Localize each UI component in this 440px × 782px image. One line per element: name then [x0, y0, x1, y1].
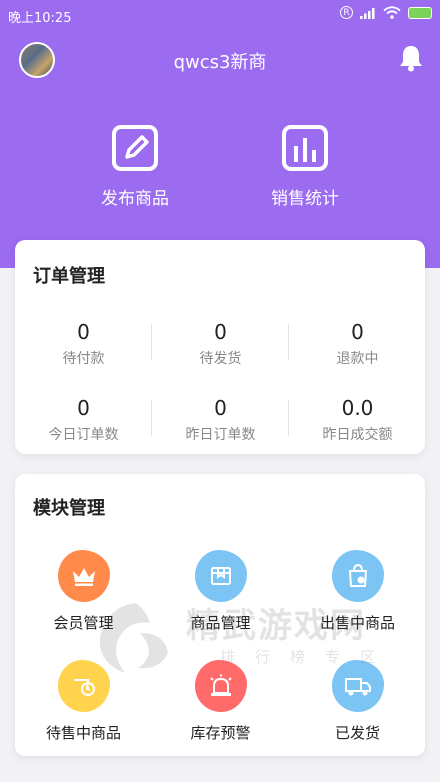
stat-value: 0.0: [341, 396, 374, 420]
module-label: 已发货: [334, 724, 380, 742]
stat-pending-payment[interactable]: 0 待付款: [15, 320, 152, 368]
module-management-title: 模块管理: [33, 498, 105, 519]
divider: [151, 324, 152, 360]
truck-icon: [331, 660, 384, 712]
stat-yesterday-revenue[interactable]: 0.0 昨日成交额: [289, 396, 426, 444]
module-products-on-sale[interactable]: 出售中商品: [289, 550, 426, 633]
divider: [288, 324, 289, 360]
divider: [151, 400, 152, 436]
publish-product-button[interactable]: 发布商品: [70, 124, 200, 209]
status-time: 晚上10:25: [8, 11, 72, 26]
stat-pending-shipment[interactable]: 0 待发货: [152, 320, 289, 368]
module-label: 待售中商品: [45, 724, 121, 742]
divider: [288, 400, 289, 436]
stat-value: 0: [351, 320, 364, 344]
wifi-icon: [383, 6, 401, 19]
sales-statistics-label: 销售统计: [271, 189, 339, 209]
module-pending-products[interactable]: 待售中商品: [15, 660, 152, 743]
stat-label: 退款中: [336, 351, 379, 367]
module-label: 库存预警: [190, 724, 251, 742]
stat-value: 0: [77, 320, 90, 344]
module-label: 商品管理: [190, 614, 251, 632]
stat-refunding[interactable]: 0 退款中: [289, 320, 426, 368]
stat-value: 0: [214, 320, 227, 344]
module-label: 会员管理: [53, 614, 114, 632]
crown-icon: [57, 550, 110, 602]
module-product-management[interactable]: 商品管理: [152, 550, 289, 633]
stat-value: 0: [77, 396, 90, 420]
shopping-bag-icon: [331, 550, 384, 602]
bell-icon[interactable]: [398, 44, 424, 72]
module-stock-warning[interactable]: 库存预警: [152, 660, 289, 743]
shop-name: qwcs3新商: [173, 52, 267, 73]
stat-label: 昨日成交额: [322, 427, 393, 443]
r-badge-icon: R: [340, 6, 353, 19]
publish-product-label: 发布商品: [101, 189, 169, 209]
header-background: [0, 0, 440, 268]
order-management-card: 订单管理 0 待付款 0 待发货 0 退款中 0 今日订单数 0 昨日订单数 0…: [15, 240, 425, 454]
stat-label: 待发货: [199, 351, 242, 367]
battery-icon: [408, 6, 432, 19]
module-member-management[interactable]: 会员管理: [15, 550, 152, 633]
edit-icon: [112, 125, 158, 171]
module-label: 出售中商品: [319, 614, 395, 632]
alarm-icon: [194, 660, 247, 712]
stat-today-orders[interactable]: 0 今日订单数: [15, 396, 152, 444]
clock-icon: [57, 660, 110, 712]
stat-yesterday-orders[interactable]: 0 昨日订单数: [152, 396, 289, 444]
stat-value: 0: [214, 396, 227, 420]
bar-chart-icon: [282, 125, 328, 171]
stat-label: 今日订单数: [48, 427, 119, 443]
status-icons: R: [340, 6, 432, 19]
signal-icon: [360, 7, 375, 19]
stat-label: 昨日订单数: [185, 427, 256, 443]
order-management-title: 订单管理: [33, 266, 105, 287]
stat-label: 待付款: [62, 351, 105, 367]
box-icon: [194, 550, 247, 602]
status-bar: 晚上10:25 R: [0, 0, 440, 30]
module-management-card: 模块管理 会员管理 商品管理 出售中商品 待售中商品 库存预警 已发货: [15, 474, 425, 756]
sales-statistics-button[interactable]: 销售统计: [240, 124, 370, 209]
module-shipped[interactable]: 已发货: [289, 660, 426, 743]
